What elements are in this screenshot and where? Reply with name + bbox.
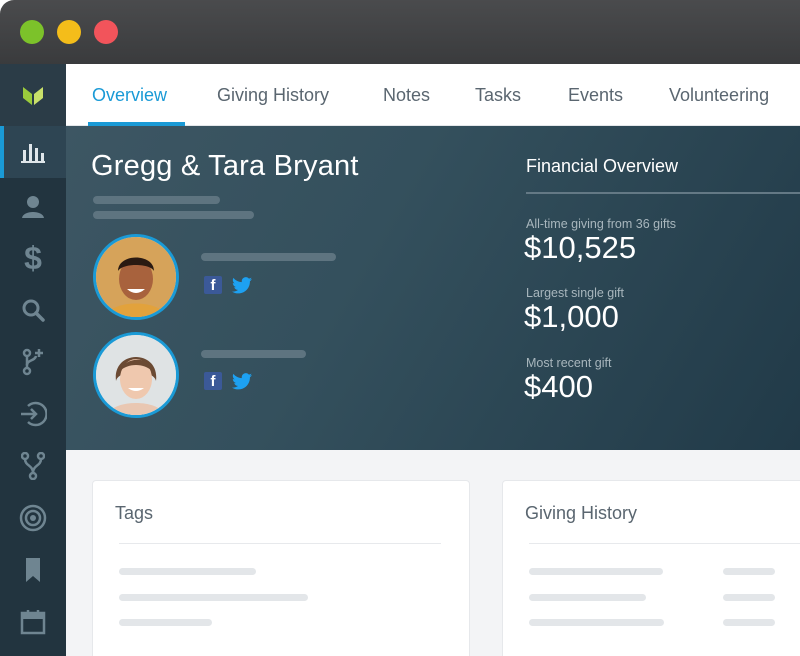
placeholder-line	[201, 350, 306, 358]
placeholder-line	[723, 568, 775, 575]
minimize-button[interactable]	[57, 20, 81, 44]
stat-value-largest: $1,000	[524, 299, 619, 334]
social-links: f	[204, 372, 252, 390]
target-icon	[19, 504, 47, 532]
financial-overview-title: Financial Overview	[526, 156, 679, 176]
placeholder-line	[723, 594, 775, 601]
giving-history-card-title: Giving History	[525, 503, 638, 523]
divider	[529, 543, 800, 544]
facebook-icon[interactable]: f	[204, 276, 222, 294]
placeholder-line	[119, 619, 212, 626]
content-area: Tags Giving History	[66, 450, 800, 656]
sidebar-item-search[interactable]	[0, 284, 66, 336]
sidebar-item-merge[interactable]	[0, 336, 66, 388]
leaf-logo[interactable]	[0, 64, 66, 126]
sidebar-item-donations[interactable]: $	[0, 232, 66, 284]
tab-events[interactable]: Events	[568, 64, 623, 126]
stat-value-all-time: $10,525	[524, 230, 637, 265]
svg-text:$: $	[24, 241, 42, 275]
bookmark-icon	[26, 558, 40, 582]
sidebar-item-saved[interactable]	[0, 544, 66, 596]
merge-add-icon	[22, 348, 43, 376]
placeholder-line	[529, 568, 663, 575]
placeholder-line	[529, 594, 646, 601]
sidebar-item-calendar[interactable]	[0, 596, 66, 648]
stat-label-largest: Largest single gift	[526, 286, 624, 300]
constituent-name: Gregg & Tara Bryant	[91, 150, 359, 182]
placeholder-line	[723, 619, 775, 626]
placeholder-line	[119, 594, 308, 601]
dollar-icon: $	[24, 241, 42, 275]
female-avatar[interactable]	[93, 332, 179, 418]
tags-card: Tags	[92, 480, 470, 656]
placeholder-line	[201, 253, 336, 261]
male-avatar[interactable]	[93, 234, 179, 320]
fork-icon	[21, 452, 45, 480]
tab-tasks[interactable]: Tasks	[475, 64, 521, 126]
stat-label-all-time: All-time giving from 36 gifts	[526, 217, 677, 231]
tab-volunteering[interactable]: Volunteering	[669, 64, 769, 126]
sidebar-item-relationships[interactable]	[0, 440, 66, 492]
placeholder-line	[529, 619, 664, 626]
female-avatar-image	[96, 335, 176, 415]
placeholder-line	[93, 196, 220, 204]
divider	[526, 192, 800, 194]
social-links: f	[204, 276, 252, 294]
calendar-icon	[20, 610, 46, 635]
maximize-button[interactable]	[20, 20, 44, 44]
tab-notes[interactable]: Notes	[383, 64, 430, 126]
profile-header: Gregg & Tara Bryant f f Financial Overvi…	[66, 126, 800, 450]
person-icon	[22, 196, 44, 218]
bar-chart-icon	[21, 144, 45, 163]
sidebar: $	[0, 64, 66, 656]
sign-in-icon	[21, 401, 47, 427]
male-avatar-image	[96, 237, 176, 317]
stat-label-recent: Most recent gift	[526, 356, 612, 370]
tab-giving-history[interactable]: Giving History	[217, 64, 329, 126]
tags-card-title: Tags	[115, 503, 154, 523]
close-button[interactable]	[94, 20, 118, 44]
sidebar-item-goals[interactable]	[0, 492, 66, 544]
twitter-icon[interactable]	[232, 276, 252, 294]
stat-value-recent: $400	[524, 369, 593, 404]
sidebar-item-sign-in[interactable]	[0, 388, 66, 440]
tab-bar: Overview Giving History Notes Tasks Even…	[66, 64, 800, 126]
placeholder-line	[93, 211, 254, 219]
app-window: $ Overview Giving History Notes Tasks Ev…	[0, 0, 800, 656]
placeholder-line	[119, 568, 256, 575]
sidebar-item-dashboard[interactable]	[0, 126, 66, 178]
tab-overview[interactable]: Overview	[87, 64, 186, 126]
leaf-logo-icon	[23, 87, 43, 105]
search-icon	[22, 299, 45, 322]
divider	[119, 543, 441, 544]
facebook-icon[interactable]: f	[204, 372, 222, 390]
giving-history-card: Giving History	[502, 480, 800, 656]
sidebar-item-profile[interactable]	[0, 180, 66, 232]
title-bar	[0, 0, 800, 64]
twitter-icon[interactable]	[232, 372, 252, 390]
